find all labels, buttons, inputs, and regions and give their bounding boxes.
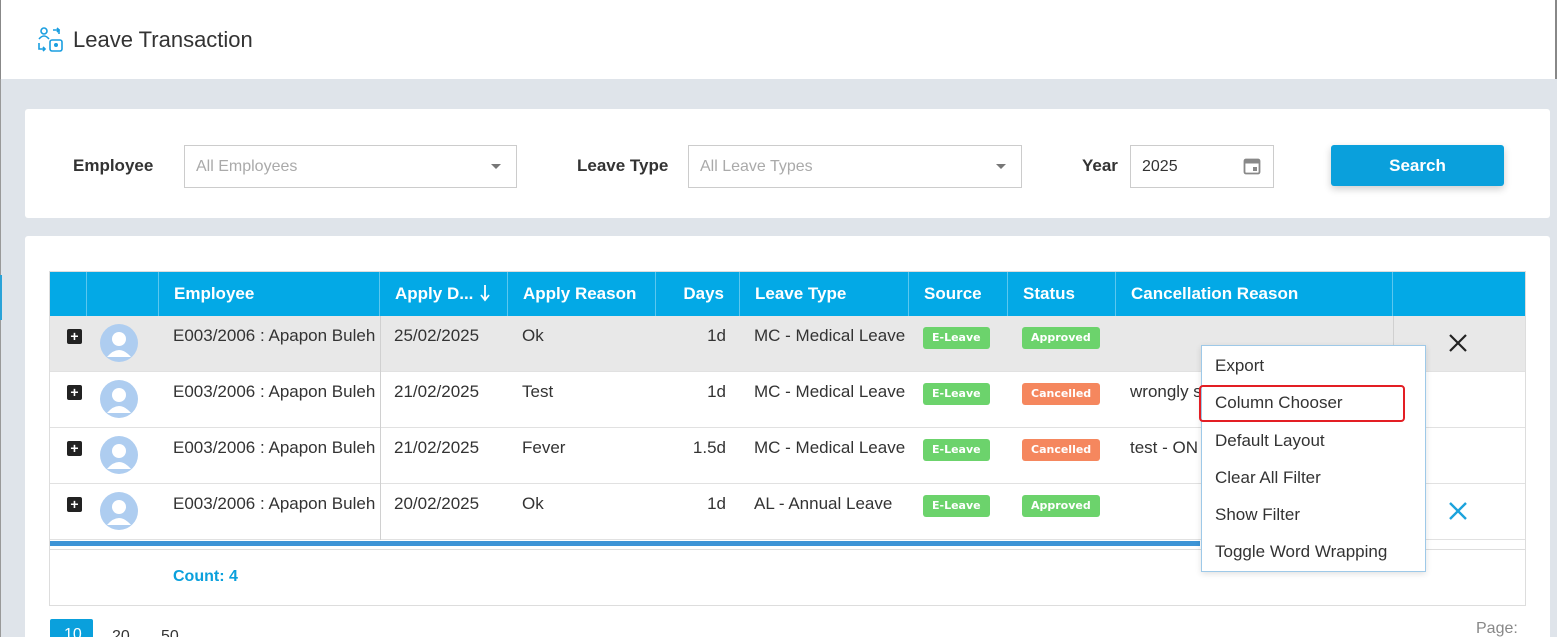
grid-header-row: Employee Apply D... Apply Reason Days Le… (50, 272, 1525, 316)
leave-type-label: Leave Type (577, 156, 669, 175)
cell-apply-reason: Ok (522, 494, 544, 513)
cell-employee: E003/2006 : Apapon Buleh (173, 494, 376, 513)
cell-leave-type: AL - Annual Leave (754, 494, 893, 513)
avatar (100, 324, 138, 362)
expand-row-icon[interactable]: + (67, 497, 82, 512)
record-count: Count: 4 (173, 568, 238, 585)
source-badge: E-Leave (923, 495, 990, 517)
page-label: Page: (1476, 620, 1518, 637)
column-header-employee[interactable]: Employee (159, 272, 380, 316)
search-button[interactable]: Search (1331, 145, 1504, 186)
column-header-status[interactable]: Status (1008, 272, 1116, 316)
close-icon[interactable] (1447, 332, 1469, 354)
menu-item-export[interactable]: Export (1215, 356, 1264, 376)
left-border (0, 79, 1, 637)
source-badge: E-Leave (923, 383, 990, 405)
cell-days: 1.5d (692, 438, 726, 457)
chevron-down-icon (491, 164, 501, 169)
header-action-column (1393, 272, 1525, 316)
page-size-20[interactable]: 20 (112, 628, 130, 637)
page-header: Leave Transaction (0, 0, 1557, 79)
cell-apply-reason: Ok (522, 326, 544, 345)
filter-panel: Employee All Employees Leave Type All Le… (25, 109, 1550, 218)
employee-select[interactable]: All Employees (184, 145, 517, 188)
column-header-cancellation-reason[interactable]: Cancellation Reason (1116, 272, 1393, 316)
header-expand-column (50, 272, 87, 316)
avatar (100, 492, 138, 530)
cell-employee: E003/2006 : Apapon Buleh (173, 326, 376, 345)
status-badge: Cancelled (1022, 439, 1101, 461)
menu-item-toggle-word-wrapping[interactable]: Toggle Word Wrapping (1215, 542, 1387, 562)
cell-days: 1d (707, 382, 726, 401)
cancel-leave-icon[interactable] (1447, 500, 1469, 522)
header-avatar-column (87, 272, 159, 316)
column-header-apply-date[interactable]: Apply D... (380, 272, 508, 316)
expand-row-icon[interactable]: + (67, 441, 82, 456)
cell-apply-date: 25/02/2025 (394, 326, 480, 345)
chevron-down-icon (996, 164, 1006, 169)
cell-apply-reason: Test (522, 382, 554, 401)
menu-item-default-layout[interactable]: Default Layout (1215, 431, 1325, 451)
cell-leave-type: MC - Medical Leave (754, 382, 906, 401)
left-accent (0, 275, 2, 320)
leave-type-select[interactable]: All Leave Types (688, 145, 1022, 188)
apply-date-header-label: Apply D... (395, 284, 474, 303)
cell-days: 1d (707, 494, 726, 513)
horizontal-scrollbar[interactable] (50, 541, 1200, 546)
status-badge: Approved (1022, 327, 1100, 349)
cell-employee: E003/2006 : Apapon Buleh (173, 382, 376, 401)
context-menu: Export Column Chooser Default Layout Cle… (1199, 345, 1426, 572)
cell-apply-date: 20/02/2025 (394, 494, 480, 513)
leave-type-select-value: All Leave Types (700, 158, 813, 175)
menu-item-show-filter[interactable]: Show Filter (1215, 505, 1300, 525)
cell-days: 1d (707, 326, 726, 345)
column-header-apply-reason[interactable]: Apply Reason (508, 272, 656, 316)
page-title: Leave Transaction (73, 26, 253, 52)
year-label: Year (1082, 156, 1118, 175)
year-input[interactable]: 2025 (1130, 145, 1274, 188)
employee-select-value: All Employees (196, 158, 298, 175)
employee-label: Employee (73, 156, 154, 175)
page-size-50[interactable]: 50 (161, 628, 179, 637)
sort-descending-icon (480, 285, 490, 302)
column-header-leave-type[interactable]: Leave Type (740, 272, 909, 316)
source-badge: E-Leave (923, 439, 990, 461)
page-size-10[interactable]: 10 (50, 619, 93, 637)
cell-leave-type: MC - Medical Leave (754, 438, 906, 457)
cell-leave-type: MC - Medical Leave (754, 326, 906, 345)
cell-employee: E003/2006 : Apapon Buleh (173, 438, 376, 457)
avatar (100, 380, 138, 418)
source-badge: E-Leave (923, 327, 990, 349)
leave-transaction-icon (38, 26, 63, 52)
cell-apply-reason: Fever (522, 438, 566, 457)
expand-row-icon[interactable]: + (67, 385, 82, 400)
year-value: 2025 (1142, 158, 1178, 175)
expand-row-icon[interactable]: + (67, 329, 82, 344)
menu-item-clear-all-filter[interactable]: Clear All Filter (1215, 468, 1321, 488)
column-header-days[interactable]: Days (656, 272, 740, 316)
cell-apply-date: 21/02/2025 (394, 438, 480, 457)
cell-apply-date: 21/02/2025 (394, 382, 480, 401)
avatar (100, 436, 138, 474)
status-badge: Approved (1022, 495, 1100, 517)
column-header-source[interactable]: Source (909, 272, 1008, 316)
calendar-icon[interactable] (1243, 157, 1261, 175)
column-chooser-highlight (1199, 385, 1405, 422)
status-badge: Cancelled (1022, 383, 1101, 405)
